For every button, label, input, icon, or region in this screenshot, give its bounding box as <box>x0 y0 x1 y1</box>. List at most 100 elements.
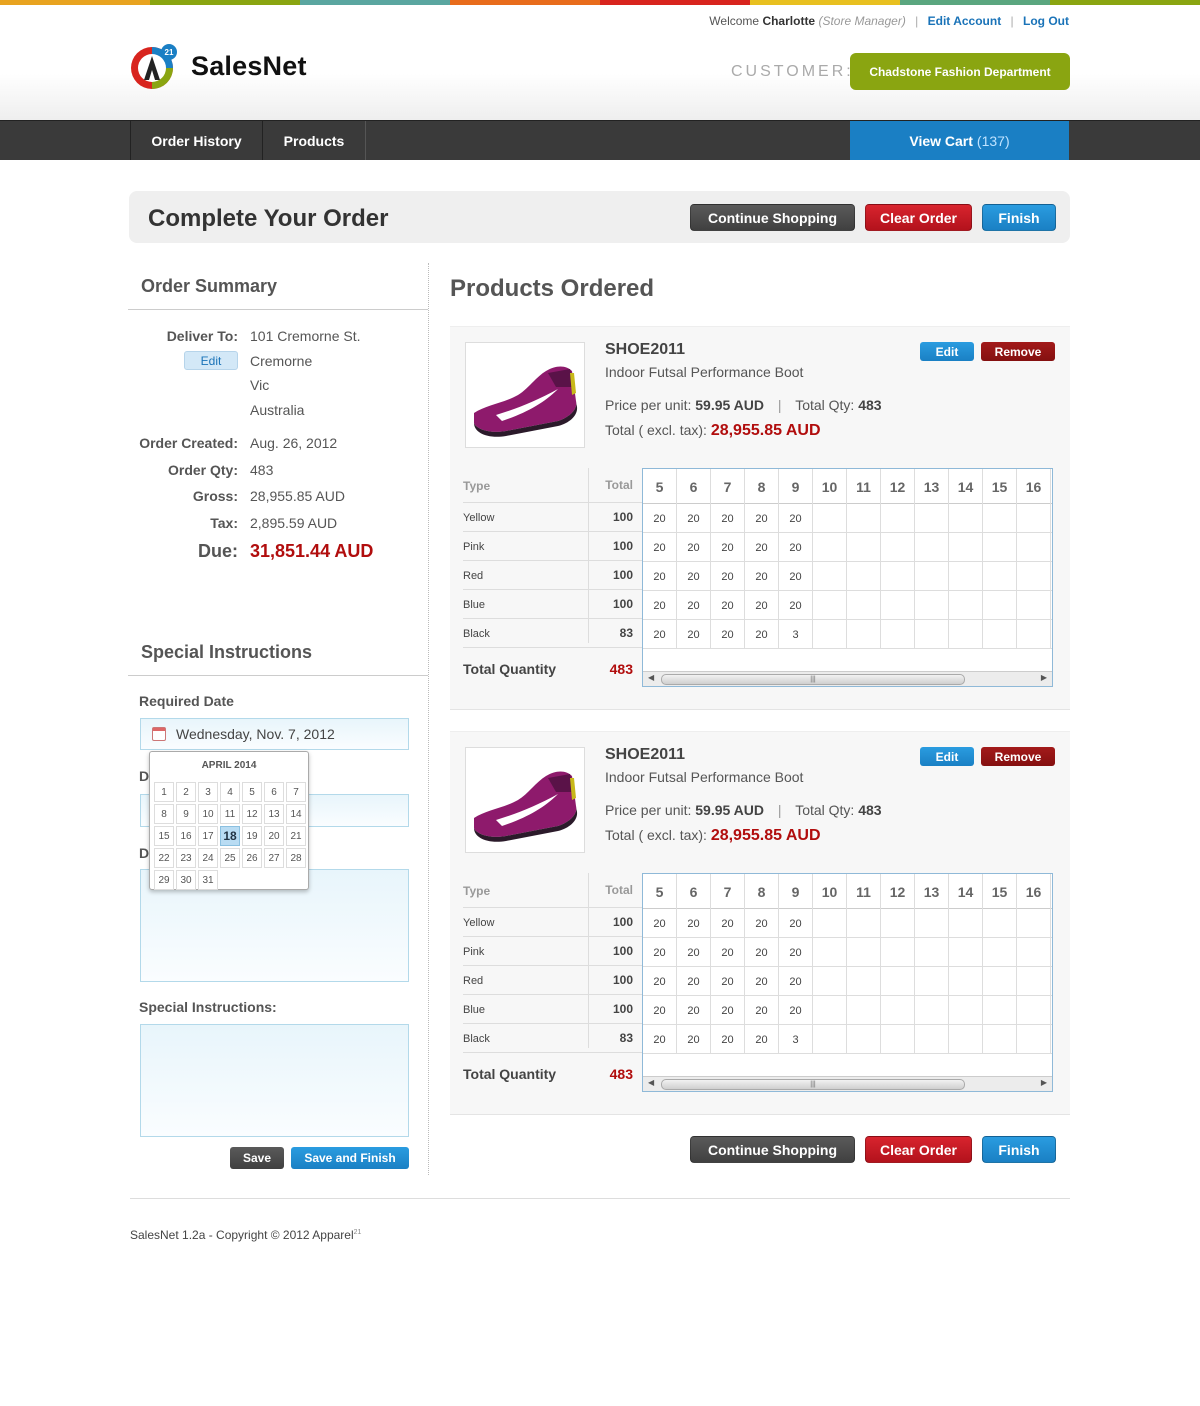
qty-cell[interactable] <box>881 1025 915 1054</box>
calendar-day[interactable]: 17 <box>198 826 218 846</box>
calendar-day[interactable]: 20 <box>264 826 284 846</box>
qty-cell[interactable]: 20 <box>643 620 677 649</box>
qty-cell[interactable] <box>949 967 983 996</box>
edit-product-button[interactable]: Edit <box>920 747 974 766</box>
calendar-day[interactable]: 14 <box>286 804 306 824</box>
calendar-day[interactable]: 15 <box>154 826 174 846</box>
qty-cell[interactable]: 20 <box>677 938 711 967</box>
horizontal-scrollbar[interactable]: ◀ ||| ▶ <box>643 1076 1052 1091</box>
qty-cell[interactable] <box>813 909 847 938</box>
calendar-day[interactable]: 7 <box>286 782 306 802</box>
qty-cell[interactable] <box>915 620 949 649</box>
scroll-right-icon[interactable]: ▶ <box>1041 1078 1047 1087</box>
qty-cell[interactable] <box>983 909 1017 938</box>
qty-cell[interactable] <box>983 938 1017 967</box>
calendar-day[interactable]: 21 <box>286 826 306 846</box>
qty-cell[interactable] <box>847 938 881 967</box>
qty-cell[interactable] <box>1017 591 1051 620</box>
calendar-day[interactable]: 29 <box>154 870 174 890</box>
qty-cell[interactable]: 20 <box>711 909 745 938</box>
qty-cell[interactable] <box>915 996 949 1025</box>
clear-order-button[interactable]: Clear Order <box>865 1136 972 1163</box>
qty-cell[interactable] <box>881 909 915 938</box>
qty-cell[interactable]: 20 <box>711 938 745 967</box>
finish-button[interactable]: Finish <box>982 204 1056 231</box>
edit-address-button[interactable]: Edit <box>184 351 238 370</box>
scroll-thumb[interactable]: ||| <box>661 1079 965 1090</box>
calendar-day[interactable]: 9 <box>176 804 196 824</box>
qty-cell[interactable] <box>847 591 881 620</box>
qty-cell[interactable] <box>1017 504 1051 533</box>
qty-cell[interactable]: 20 <box>711 591 745 620</box>
qty-cell[interactable] <box>1017 967 1051 996</box>
qty-cell[interactable] <box>1017 562 1051 591</box>
qty-cell[interactable]: 20 <box>711 620 745 649</box>
qty-cell[interactable] <box>915 909 949 938</box>
qty-cell[interactable]: 20 <box>745 909 779 938</box>
qty-cell[interactable]: 20 <box>711 967 745 996</box>
qty-cell[interactable] <box>949 533 983 562</box>
qty-cell[interactable] <box>881 591 915 620</box>
calendar-day[interactable]: 31 <box>198 870 218 890</box>
qty-cell[interactable] <box>813 533 847 562</box>
qty-cell[interactable] <box>983 620 1017 649</box>
qty-cell[interactable] <box>915 591 949 620</box>
qty-cell[interactable] <box>881 562 915 591</box>
qty-cell[interactable] <box>1017 938 1051 967</box>
qty-cell[interactable]: 20 <box>745 562 779 591</box>
calendar-day[interactable]: 3 <box>198 782 218 802</box>
qty-cell[interactable] <box>847 1025 881 1054</box>
qty-cell[interactable]: 20 <box>643 938 677 967</box>
qty-cell[interactable] <box>949 996 983 1025</box>
scroll-thumb[interactable]: ||| <box>661 674 965 685</box>
qty-cell[interactable] <box>949 909 983 938</box>
qty-cell[interactable]: 20 <box>643 996 677 1025</box>
qty-cell[interactable] <box>915 533 949 562</box>
calendar-day[interactable]: 23 <box>176 848 196 868</box>
qty-cell[interactable]: 20 <box>745 620 779 649</box>
qty-cell[interactable] <box>881 967 915 996</box>
qty-cell[interactable] <box>847 620 881 649</box>
calendar-day[interactable]: 27 <box>264 848 284 868</box>
calendar-day[interactable]: 24 <box>198 848 218 868</box>
logo[interactable]: 21 SalesNet <box>130 42 307 90</box>
qty-cell[interactable] <box>1017 909 1051 938</box>
qty-cell[interactable] <box>813 504 847 533</box>
calendar-day[interactable]: 13 <box>264 804 284 824</box>
qty-cell[interactable] <box>983 996 1017 1025</box>
qty-cell[interactable]: 20 <box>779 938 813 967</box>
qty-cell[interactable]: 20 <box>711 996 745 1025</box>
qty-cell[interactable]: 20 <box>745 591 779 620</box>
qty-cell[interactable]: 20 <box>745 938 779 967</box>
qty-cell[interactable]: 20 <box>643 967 677 996</box>
continue-shopping-button[interactable]: Continue Shopping <box>690 1136 855 1163</box>
qty-cell[interactable] <box>813 620 847 649</box>
qty-cell[interactable]: 3 <box>779 620 813 649</box>
qty-cell[interactable]: 20 <box>779 533 813 562</box>
calendar-day[interactable]: 8 <box>154 804 174 824</box>
qty-cell[interactable] <box>847 967 881 996</box>
qty-cell[interactable] <box>813 967 847 996</box>
qty-cell[interactable] <box>915 562 949 591</box>
log-out-link[interactable]: Log Out <box>1023 14 1069 28</box>
qty-cell[interactable] <box>881 996 915 1025</box>
calendar-day[interactable]: 11 <box>220 804 240 824</box>
qty-cell[interactable] <box>813 938 847 967</box>
calendar-day[interactable]: 22 <box>154 848 174 868</box>
qty-cell[interactable]: 20 <box>643 562 677 591</box>
qty-cell[interactable]: 20 <box>779 504 813 533</box>
scroll-left-icon[interactable]: ◀ <box>648 1078 654 1087</box>
product-thumbnail[interactable] <box>465 342 585 448</box>
qty-cell[interactable]: 20 <box>779 996 813 1025</box>
qty-cell[interactable]: 20 <box>677 533 711 562</box>
save-button[interactable]: Save <box>230 1147 284 1169</box>
calendar-icon[interactable] <box>152 727 166 741</box>
qty-cell[interactable] <box>983 591 1017 620</box>
nav-products[interactable]: Products <box>262 121 366 160</box>
calendar-day[interactable]: 28 <box>286 848 306 868</box>
qty-cell[interactable]: 20 <box>677 909 711 938</box>
qty-cell[interactable] <box>1017 620 1051 649</box>
calendar-day[interactable]: 30 <box>176 870 196 890</box>
qty-cell[interactable] <box>881 504 915 533</box>
qty-cell[interactable]: 20 <box>677 504 711 533</box>
